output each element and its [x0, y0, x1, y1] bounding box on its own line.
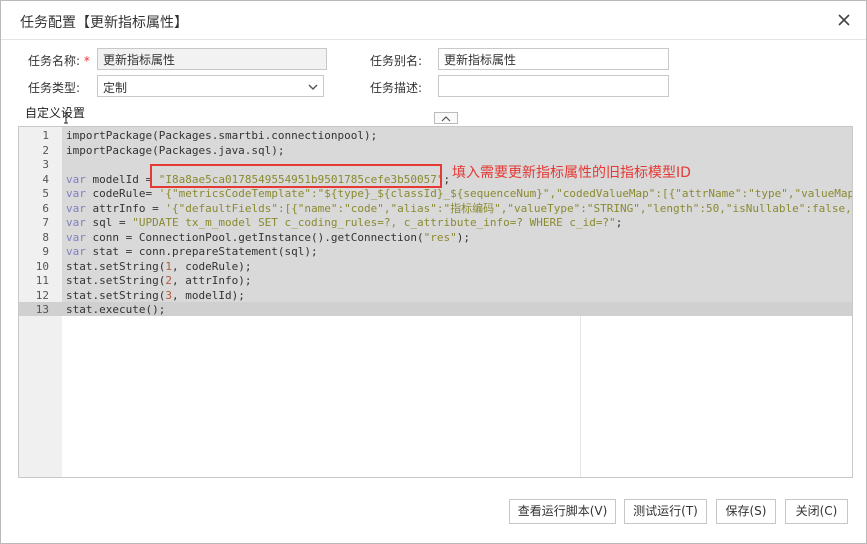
code-line: 5 var codeRule= '{"metricsCodeTemplate":"…	[19, 187, 853, 202]
line-number: 1	[42, 129, 49, 142]
line-number: 4	[42, 172, 49, 186]
line-number: 8	[42, 230, 49, 244]
line-number: 9	[42, 245, 49, 258]
chevron-up-icon	[441, 116, 451, 122]
code-line: 2 importPackage(Packages.java.sql);	[19, 143, 852, 159]
code-text: importPackage(Packages.java.sql);	[66, 143, 285, 157]
task-config-dialog: 任务配置【更新指标属性】 任务名称: * 任务别名: 任务类型: 定制 任务描述…	[0, 0, 867, 544]
code-text: var stat = conn.prepareStatement(sql);	[66, 245, 318, 258]
line-number: 10	[35, 259, 49, 273]
view-run-script-button[interactable]: 查看运行脚本(V)	[509, 499, 616, 524]
test-run-button[interactable]: 测试运行(T)	[624, 499, 707, 524]
code-line: 1 importPackage(Packages.smartbi.connecti…	[19, 129, 852, 144]
code-text: stat.setString(1, codeRule);	[66, 259, 252, 273]
collapse-button[interactable]	[434, 112, 458, 124]
code-text: stat.setString(3, modelId);	[66, 288, 245, 302]
task-desc-field[interactable]	[438, 75, 669, 97]
line-number: 2	[42, 143, 49, 157]
save-button[interactable]: 保存(S)	[716, 499, 776, 524]
annotation-highlight-box	[150, 164, 442, 188]
close-button[interactable]: 关闭(C)	[785, 499, 848, 524]
code-text: stat.execute();	[66, 303, 166, 316]
task-type-label: 任务类型:	[28, 81, 81, 95]
task-desc-label: 任务描述:	[370, 81, 423, 95]
line-number: 6	[42, 201, 49, 215]
code-line: 13 stat.execute();	[19, 303, 852, 318]
task-alias-field[interactable]	[438, 48, 669, 70]
code-line: 10 stat.setString(1, codeRule);	[19, 259, 852, 275]
line-number: 7	[42, 216, 49, 229]
chevron-down-icon	[307, 81, 319, 91]
task-name-field[interactable]	[97, 48, 327, 70]
task-type-value: 定制	[103, 81, 128, 95]
code-text: var conn = ConnectionPool.getInstance().…	[66, 230, 471, 244]
line-number: 11	[35, 274, 49, 287]
code-line: 6 var attrInfo = '{"defaultFields":[{"nam…	[19, 201, 853, 217]
task-name-label: 任务名称: *	[28, 54, 90, 68]
code-text: var sql = "UPDATE tx_m_model SET c_codin…	[66, 216, 623, 229]
code-line: 7 var sql = "UPDATE tx_m_model SET c_codi…	[19, 216, 852, 231]
line-number: 5	[42, 187, 49, 200]
code-line: 11 stat.setString(2, attrInfo);	[19, 274, 852, 289]
line-number: 13	[35, 303, 49, 316]
text-cursor-icon	[63, 112, 69, 124]
task-alias-label: 任务别名:	[370, 54, 423, 68]
code-text: importPackage(Packages.smartbi.connectio…	[66, 129, 378, 142]
code-line: 8 var conn = ConnectionPool.getInstance()…	[19, 230, 852, 246]
code-text: stat.setString(2, attrInfo);	[66, 274, 252, 287]
code-line: 12 stat.setString(3, modelId);	[19, 288, 852, 304]
code-text: var attrInfo = '{"defaultFields":[{"name…	[66, 201, 853, 215]
code-line: 9 var stat = conn.prepareStatement(sql);	[19, 245, 852, 260]
line-number: 3	[42, 158, 49, 171]
print-margin	[580, 316, 581, 477]
task-type-select[interactable]: 定制	[97, 75, 324, 97]
custom-settings-title: 自定义设置	[25, 106, 86, 120]
required-mark: *	[83, 54, 90, 68]
line-number: 12	[35, 288, 49, 302]
code-text: var codeRule= '{"metricsCodeTemplate":"$…	[66, 187, 853, 200]
dialog-title: 任务配置【更新指标属性】	[20, 15, 188, 31]
close-icon[interactable]	[837, 13, 851, 27]
annotation-text: 填入需要更新指标属性的旧指标模型ID	[452, 165, 691, 181]
dialog-title-bar: 任务配置【更新指标属性】	[1, 1, 866, 40]
